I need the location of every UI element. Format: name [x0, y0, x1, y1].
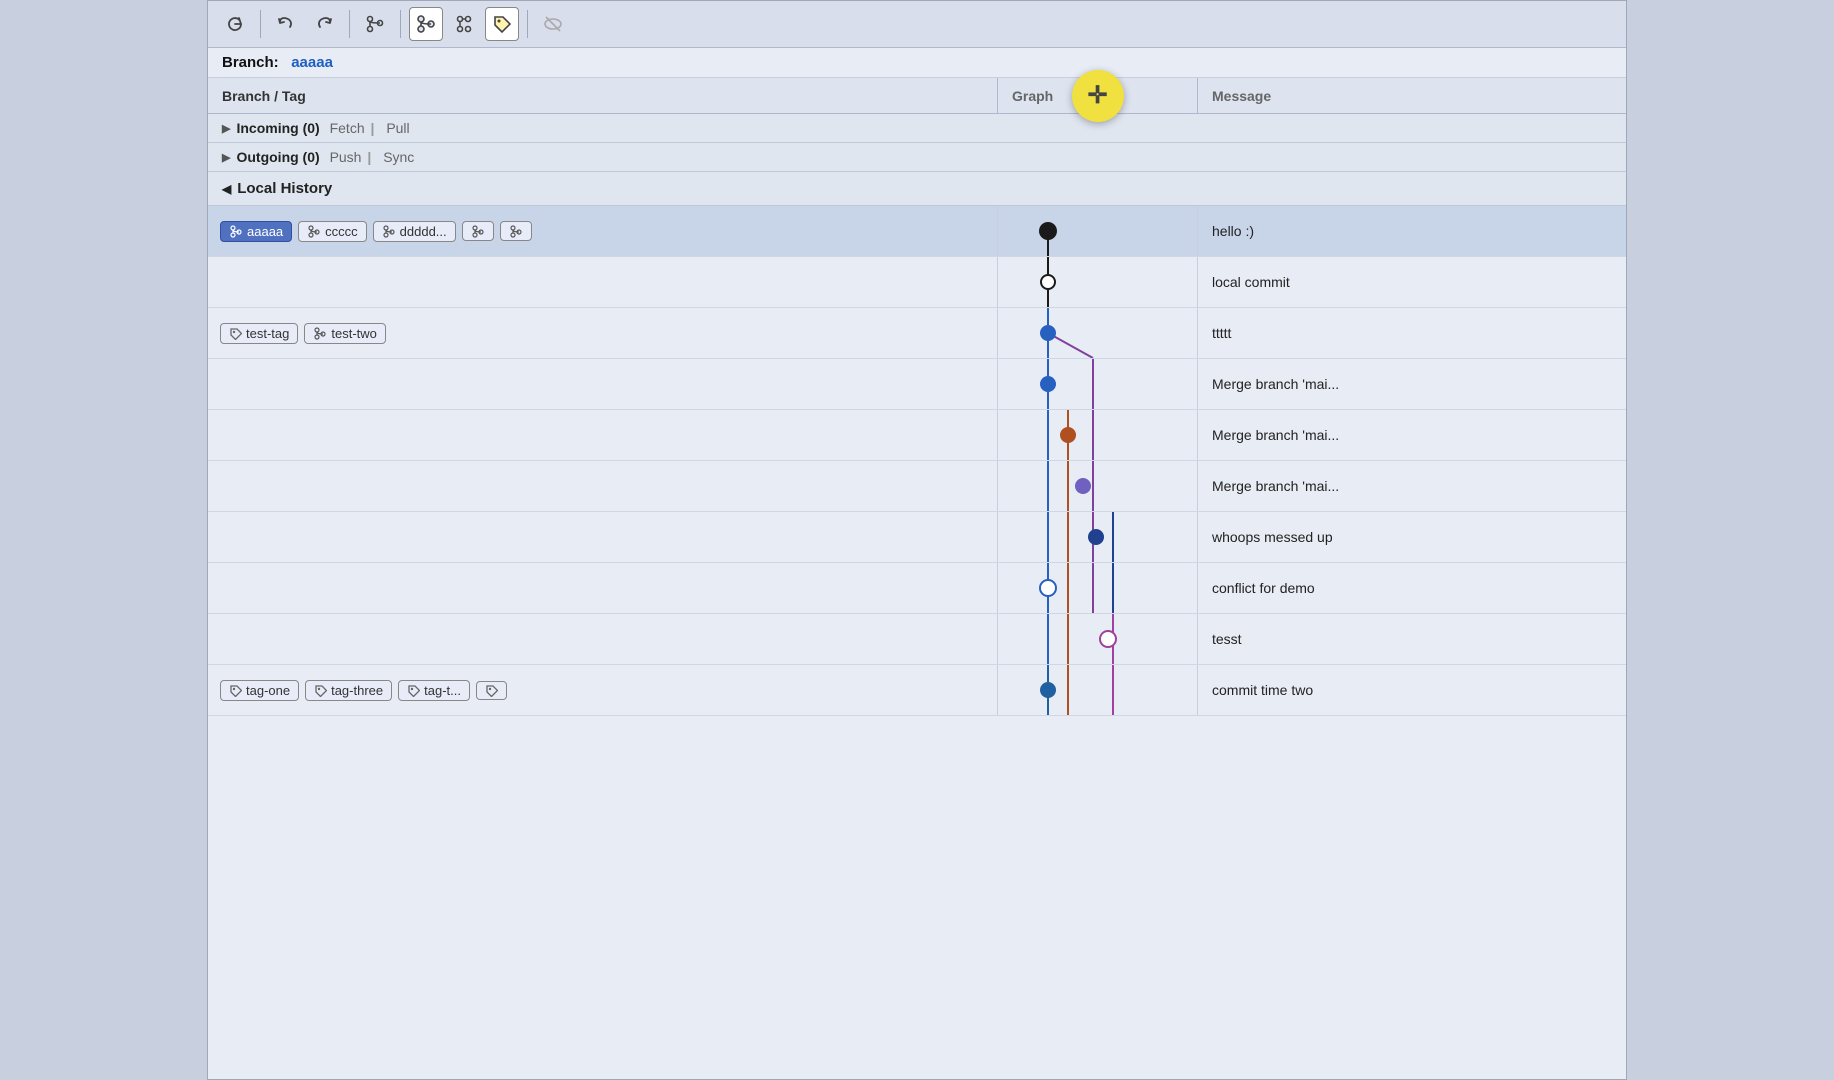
commit-row-10[interactable]: tag-one tag-three: [208, 665, 1626, 716]
commit-message-3: ttttt: [1198, 308, 1626, 358]
tag-badge-tag-one[interactable]: tag-one: [220, 680, 299, 701]
content-area: ▶ Incoming (0) Fetch | Pull ▶ Outgoing (…: [208, 114, 1626, 1079]
commit-tags-6: [208, 461, 998, 511]
commit-tags-9: [208, 614, 998, 664]
fetch-all-btn[interactable]: [447, 7, 481, 41]
graph-and-commits: aaaaa ccccc: [208, 206, 1626, 1079]
branch-badge-ddddd[interactable]: ddddd...: [373, 221, 456, 242]
branch-badge-aaaaa[interactable]: aaaaa: [220, 221, 292, 242]
commit-graph-1: [998, 206, 1198, 256]
commit-tags-10: tag-one tag-three: [208, 665, 998, 715]
commit-message-10: commit time two: [1198, 665, 1626, 715]
redo-btn[interactable]: [307, 7, 341, 41]
commit-row-4[interactable]: Merge branch 'mai...: [208, 359, 1626, 410]
branch-badge-icon-1[interactable]: [462, 221, 494, 241]
branch-badge-ccccc[interactable]: ccccc: [298, 221, 367, 242]
tag-badge-test-tag[interactable]: test-tag: [220, 323, 298, 344]
refresh-btn[interactable]: [218, 7, 252, 41]
commit-row-6[interactable]: Merge branch 'mai...: [208, 461, 1626, 512]
commit-message-6: Merge branch 'mai...: [1198, 461, 1626, 511]
commit-graph-10: [998, 665, 1198, 715]
commit-message-4: Merge branch 'mai...: [1198, 359, 1626, 409]
tag-badge-tag-t[interactable]: tag-t...: [398, 680, 470, 701]
commit-row-7[interactable]: whoops messed up: [208, 512, 1626, 563]
commit-graph-3: [998, 308, 1198, 358]
branch-name-value: aaaaa: [291, 54, 333, 71]
commit-rows-container: aaaaa ccccc: [208, 206, 1626, 716]
commit-graph-8: [998, 563, 1198, 613]
incoming-label: Incoming (0): [236, 120, 319, 136]
separator-4: [527, 10, 528, 38]
incoming-section: ▶ Incoming (0) Fetch | Pull: [208, 114, 1626, 143]
commit-tags-1: aaaaa ccccc: [208, 206, 998, 256]
commit-tags-7: [208, 512, 998, 562]
commit-tags-4: [208, 359, 998, 409]
local-history-label: Local History: [237, 180, 332, 197]
undo-btn[interactable]: [269, 7, 303, 41]
commit-graph-4: [998, 359, 1198, 409]
commit-row-9[interactable]: tesst: [208, 614, 1626, 665]
separator-3: [400, 10, 401, 38]
commit-row-3[interactable]: test-tag test-two: [208, 308, 1626, 359]
incoming-toggle[interactable]: ▶: [222, 122, 230, 135]
graph-cursor-indicator: ✛: [1072, 70, 1124, 122]
col-header-message: Message: [1198, 78, 1626, 113]
commit-row-5[interactable]: Merge branch 'mai...: [208, 410, 1626, 461]
hide-btn[interactable]: [536, 7, 570, 41]
push-link[interactable]: Push: [330, 149, 362, 165]
commit-graph-2: [998, 257, 1198, 307]
col-header-branch-tag: Branch / Tag: [208, 78, 998, 113]
tag-badge-icon-extra[interactable]: [476, 681, 507, 700]
toolbar: [208, 1, 1626, 48]
col-header-graph: Graph ✛: [998, 78, 1198, 113]
fetch-link[interactable]: Fetch: [330, 120, 365, 136]
local-history-header: ◀ Local History: [208, 172, 1626, 206]
main-window: Branch: aaaaa Branch / Tag Graph ✛ Messa…: [207, 0, 1627, 1080]
commit-tags-5: [208, 410, 998, 460]
branch-bar: Branch: aaaaa: [208, 48, 1626, 78]
commit-graph-5: [998, 410, 1198, 460]
tag-badge-tag-three[interactable]: tag-three: [305, 680, 392, 701]
commit-row-2[interactable]: local commit: [208, 257, 1626, 308]
commit-row-1[interactable]: aaaaa ccccc: [208, 206, 1626, 257]
outgoing-label: Outgoing (0): [236, 149, 319, 165]
commit-graph-9: [998, 614, 1198, 664]
commit-row-8[interactable]: conflict for demo: [208, 563, 1626, 614]
commit-tags-2: [208, 257, 998, 307]
commit-message-5: Merge branch 'mai...: [1198, 410, 1626, 460]
branch-btn[interactable]: [358, 7, 392, 41]
tag-btn[interactable]: [485, 7, 519, 41]
commits-section: aaaaa ccccc: [208, 206, 1626, 1079]
branch-badge-test-two[interactable]: test-two: [304, 323, 386, 344]
separator-2: [349, 10, 350, 38]
commit-message-7: whoops messed up: [1198, 512, 1626, 562]
branch-label: Branch:: [222, 54, 279, 71]
commit-tags-8: [208, 563, 998, 613]
commit-message-9: tesst: [1198, 614, 1626, 664]
commit-graph-6: [998, 461, 1198, 511]
separator-1: [260, 10, 261, 38]
outgoing-toggle[interactable]: ▶: [222, 151, 230, 164]
commit-message-8: conflict for demo: [1198, 563, 1626, 613]
commit-message-2: local commit: [1198, 257, 1626, 307]
commit-graph-7: [998, 512, 1198, 562]
branch-badge-icon-2[interactable]: [500, 221, 532, 241]
commit-tags-3: test-tag test-two: [208, 308, 998, 358]
local-history-toggle[interactable]: ◀: [222, 182, 231, 196]
sync-link[interactable]: Sync: [383, 149, 414, 165]
column-headers: Branch / Tag Graph ✛ Message: [208, 78, 1626, 114]
outgoing-section: ▶ Outgoing (0) Push | Sync: [208, 143, 1626, 172]
commit-message-1: hello :): [1198, 206, 1626, 256]
commit-graph-btn[interactable]: [409, 7, 443, 41]
pull-link[interactable]: Pull: [386, 120, 409, 136]
